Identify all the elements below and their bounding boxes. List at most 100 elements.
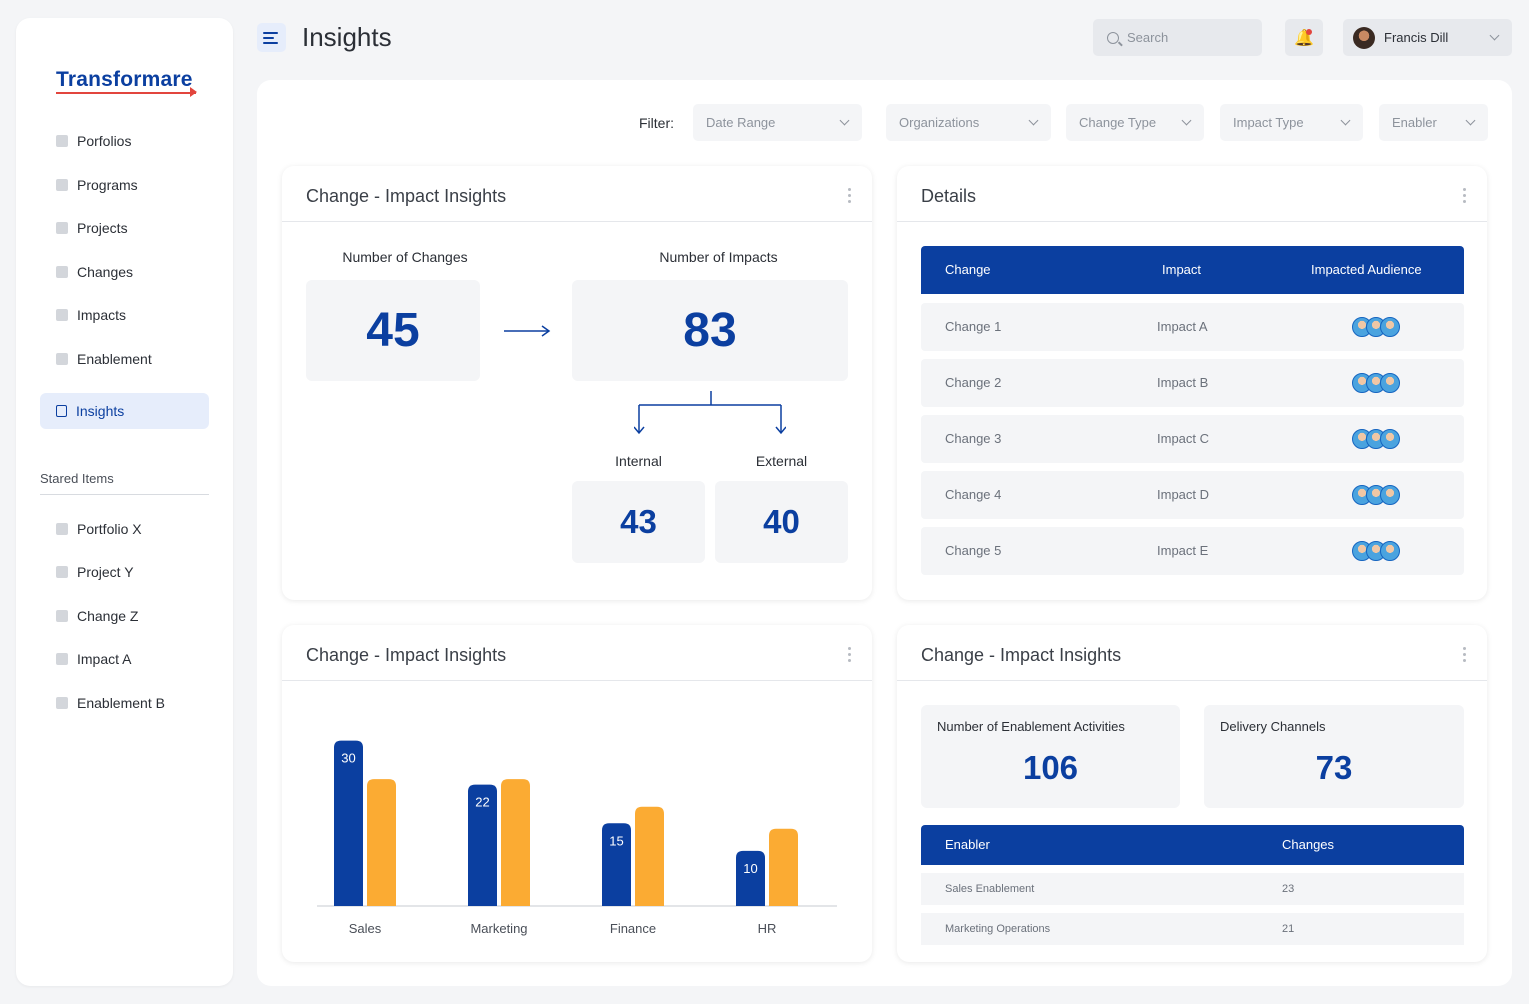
- enablement-icon: [56, 697, 68, 709]
- filter-impact-type[interactable]: Impact Type: [1220, 104, 1363, 141]
- chart-bar[interactable]: [635, 806, 664, 906]
- table-row[interactable]: Sales Enablement 23: [921, 873, 1464, 905]
- filter-value: Enabler: [1392, 115, 1437, 130]
- card-details: Details Change Impact Impacted Audience …: [897, 166, 1487, 600]
- chart-bar[interactable]: [501, 779, 530, 906]
- external-value: 40: [715, 481, 848, 563]
- sidebar-item-programs[interactable]: Programs: [40, 167, 209, 203]
- bar-chart: 30 Sales 22 Marketing 15 Finance 10 HR: [317, 740, 837, 936]
- filter-enabler[interactable]: Enabler: [1379, 104, 1488, 141]
- chart-bar[interactable]: [736, 850, 765, 906]
- stared-item-change-z[interactable]: Change Z: [40, 598, 209, 634]
- filter-change-type[interactable]: Change Type: [1066, 104, 1204, 141]
- swap-arrows-icon: [56, 266, 68, 278]
- logo[interactable]: Transformare: [56, 68, 193, 92]
- user-icon: [56, 309, 68, 321]
- sidebar-item-label: Porfolios: [77, 133, 132, 149]
- logo-underline: [56, 92, 196, 94]
- card-change-impact-summary: Change - Impact Insights Number of Chang…: [282, 166, 872, 600]
- sidebar-item-porfolios[interactable]: Porfolios: [40, 123, 209, 159]
- stared-item-enablement-b[interactable]: Enablement B: [40, 685, 209, 721]
- table-row[interactable]: Change 2 Impact B: [921, 359, 1464, 407]
- search-input[interactable]: Search: [1093, 19, 1262, 56]
- table-row[interactable]: Change 4 Impact D: [921, 471, 1464, 519]
- audience-avatars: [1352, 485, 1400, 505]
- programs-icon: [56, 179, 68, 191]
- audience-avatars: [1352, 373, 1400, 393]
- enabler-table-header: Enabler Changes: [921, 825, 1464, 865]
- x-tick-label: Sales: [349, 921, 382, 936]
- stared-item-portfolio-x[interactable]: Portfolio X: [40, 511, 209, 547]
- chart-bar[interactable]: [367, 779, 396, 906]
- activities-label: Number of Enablement Activities: [937, 719, 1125, 734]
- menu-toggle-button[interactable]: [257, 23, 286, 52]
- kebab-menu-icon[interactable]: [1463, 188, 1467, 203]
- sidebar-item-label: Projects: [77, 220, 128, 236]
- audience-avatars: [1352, 541, 1400, 561]
- stared-item-project-y[interactable]: Project Y: [40, 554, 209, 590]
- table-row[interactable]: Marketing Operations 21: [921, 913, 1464, 945]
- sidebar-item-insights[interactable]: Insights: [40, 393, 209, 429]
- column-header-enabler[interactable]: Enabler: [945, 837, 990, 852]
- divider: [897, 680, 1487, 681]
- chevron-down-icon: [1181, 115, 1192, 126]
- cell-change: Change 3: [945, 431, 1002, 446]
- delivery-channels-box: Delivery Channels 73: [1204, 705, 1464, 808]
- swap-arrows-icon: [56, 610, 68, 622]
- logo-arrow-icon: [190, 87, 197, 97]
- kebab-menu-icon[interactable]: [848, 188, 852, 203]
- stared-item-label: Project Y: [77, 564, 134, 580]
- card-change-impact-chart: Change - Impact Insights 30 Sales 22 Market…: [282, 625, 872, 962]
- sidebar-item-projects[interactable]: Projects: [40, 210, 209, 246]
- internal-label: Internal: [615, 453, 662, 469]
- bar-value-label: 22: [475, 795, 489, 810]
- stared-item-impact-a[interactable]: Impact A: [40, 641, 209, 677]
- x-tick-label: HR: [758, 921, 777, 936]
- cell-change: Change 2: [945, 375, 1002, 390]
- notifications-button[interactable]: 🔔: [1285, 19, 1323, 56]
- chart-bar[interactable]: [769, 828, 798, 906]
- stared-item-label: Enablement B: [77, 695, 165, 711]
- column-header-audience[interactable]: Impacted Audience: [1311, 262, 1422, 277]
- cell-changes: 23: [1282, 883, 1295, 895]
- filter-date-range[interactable]: Date Range: [693, 104, 862, 141]
- sidebar-item-label: Insights: [76, 403, 125, 419]
- column-header-impact[interactable]: Impact: [1162, 262, 1201, 277]
- sidebar-item-changes[interactable]: Changes: [40, 254, 209, 290]
- sidebar-item-enablement[interactable]: Enablement: [40, 341, 209, 377]
- table-row[interactable]: Change 1 Impact A: [921, 303, 1464, 351]
- cell-change: Change 5: [945, 543, 1002, 558]
- user-menu[interactable]: Francis Dill: [1343, 19, 1512, 56]
- cell-change: Change 1: [945, 319, 1002, 334]
- table-row[interactable]: Change 3 Impact C: [921, 415, 1464, 463]
- card-title: Change - Impact Insights: [306, 186, 507, 206]
- notification-dot: [1306, 29, 1312, 35]
- column-header-change[interactable]: Change: [945, 262, 991, 277]
- sidebar-item-impacts[interactable]: Impacts: [40, 297, 209, 333]
- cell-impact: Impact D: [1157, 487, 1210, 502]
- stared-item-label: Change Z: [77, 608, 139, 624]
- changes-label: Number of Changes: [342, 249, 468, 265]
- chevron-down-icon: [839, 115, 850, 126]
- filter-value: Change Type: [1079, 115, 1157, 130]
- avatar: [1353, 26, 1375, 49]
- stared-item-label: Impact A: [77, 651, 132, 667]
- cell-impact: Impact E: [1157, 543, 1209, 558]
- filter-organizations[interactable]: Organizations: [886, 104, 1051, 141]
- sidebar: Transformare Porfolios Programs Projects…: [16, 18, 233, 986]
- channels-label: Delivery Channels: [1220, 719, 1326, 734]
- impacts-label: Number of Impacts: [659, 249, 778, 265]
- sidebar-item-label: Enablement: [77, 351, 152, 367]
- chevron-down-icon: [1489, 30, 1500, 41]
- bar-value-label: 30: [341, 751, 355, 766]
- insights-icon: [56, 405, 67, 417]
- x-tick-label: Finance: [610, 921, 656, 936]
- branch-arrows-icon: [634, 391, 786, 435]
- table-row[interactable]: Change 5 Impact E: [921, 527, 1464, 575]
- card-title: Details: [921, 186, 977, 206]
- document-icon: [56, 566, 68, 578]
- column-header-changes[interactable]: Changes: [1282, 837, 1334, 852]
- stared-items-heading: Stared Items: [40, 471, 114, 486]
- kebab-menu-icon[interactable]: [1463, 647, 1467, 662]
- cell-enabler: Sales Enablement: [945, 883, 1035, 895]
